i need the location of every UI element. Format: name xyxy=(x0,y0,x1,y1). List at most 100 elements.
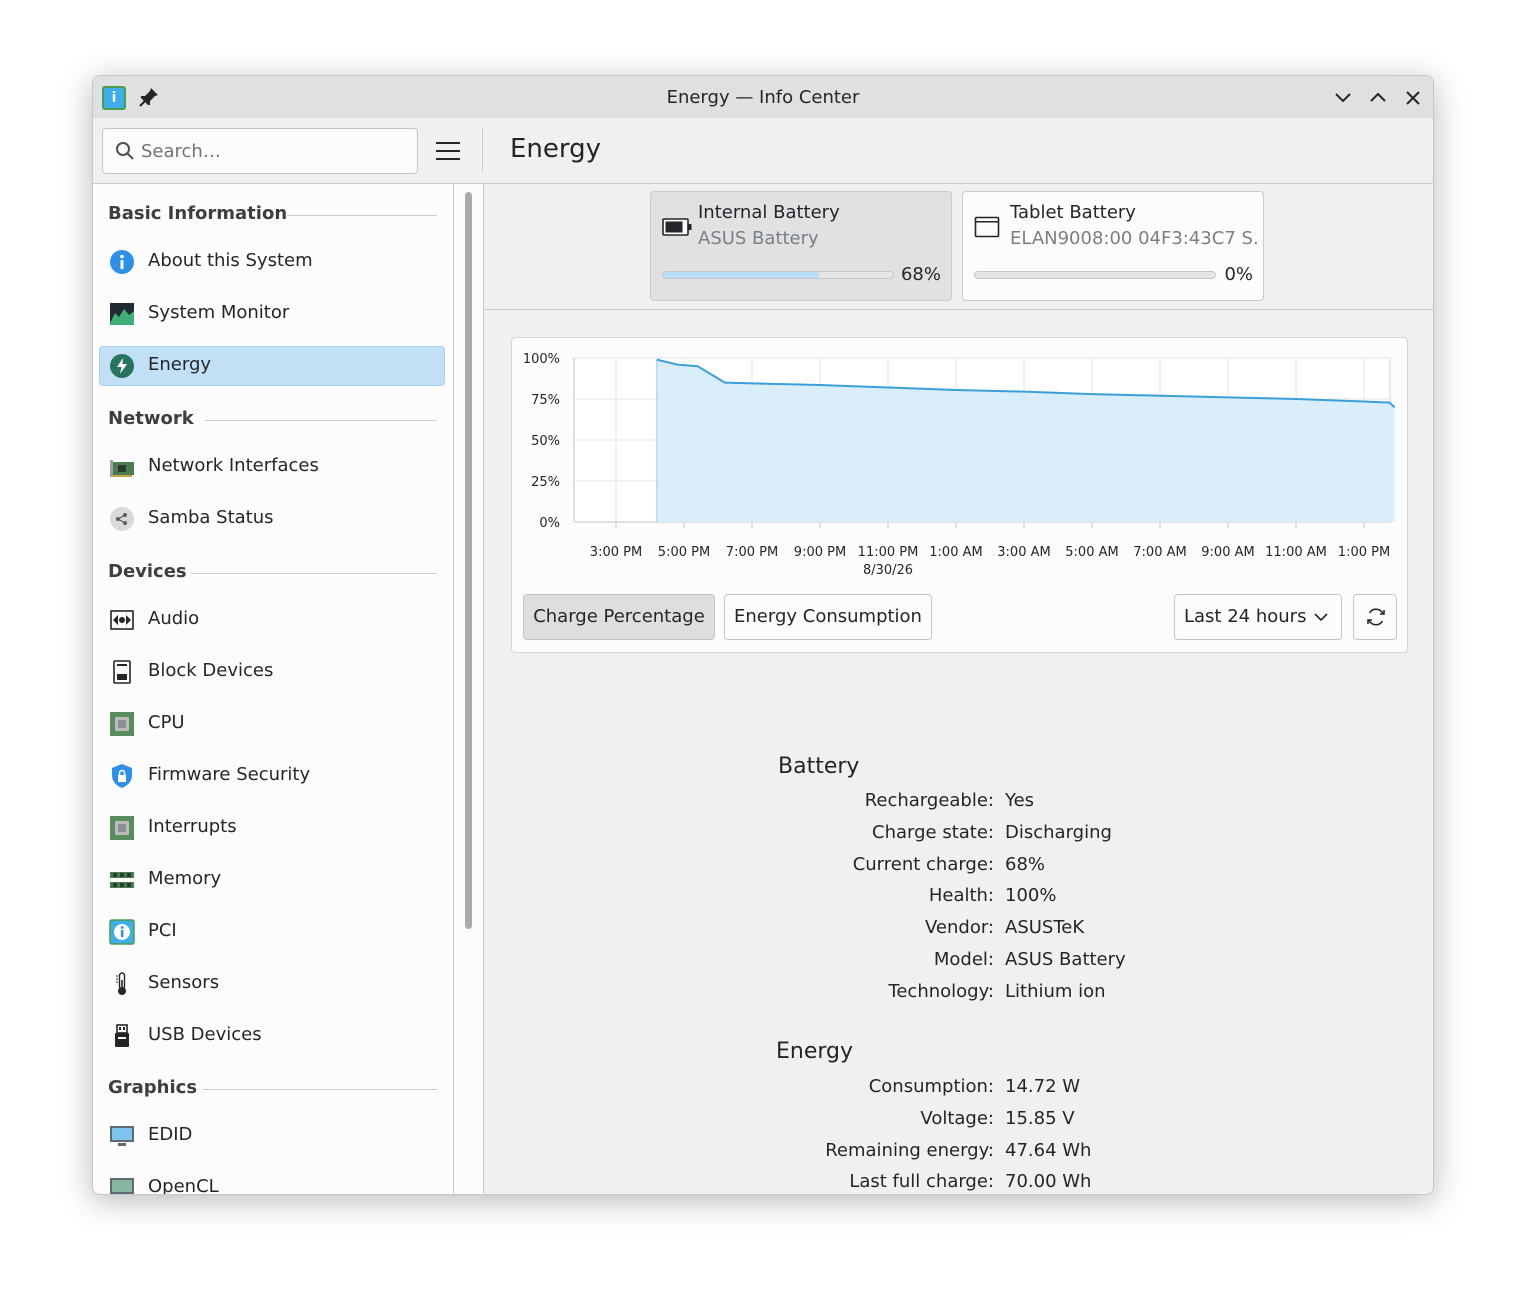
chart-y-tick-label: 0% xyxy=(539,516,560,531)
sidebar-item-opencl[interactable]: OpenCL xyxy=(99,1168,445,1195)
battery-property-label: Rechargeable: xyxy=(864,790,994,811)
energy-property-label: Last full charge: xyxy=(849,1171,994,1193)
chart-y-tick-label: 100% xyxy=(523,352,560,367)
sidebar-item-audio[interactable]: Audio xyxy=(99,600,445,640)
pci-icon xyxy=(109,919,135,945)
refresh-icon xyxy=(1367,608,1385,626)
energy-property-value: 14.72 W xyxy=(1005,1076,1081,1097)
chart-x-tick-label: 3:00 PM xyxy=(590,545,642,560)
sidebar-item-pci[interactable]: PCI xyxy=(99,912,445,952)
battery-percent: 68% xyxy=(900,264,941,285)
sidebar-item-block-devices[interactable]: Block Devices xyxy=(99,652,445,692)
sidebar-item-system-monitor[interactable]: System Monitor xyxy=(99,294,445,334)
sidebar-item-label: Audio xyxy=(148,608,200,629)
energy-page: Internal Battery ASUS Battery 68% Tablet… xyxy=(484,184,1433,1194)
sidebar-item-edid[interactable]: EDID xyxy=(99,1116,445,1156)
energy-property-value: 70.00 Wh xyxy=(1005,1171,1092,1193)
memory-icon xyxy=(110,872,134,888)
chart-x-tick-label: 9:00 PM xyxy=(794,545,846,560)
battery-name: Internal Battery xyxy=(698,202,840,223)
time-range-dropdown[interactable]: Last 24 hours xyxy=(1174,594,1342,640)
chart-y-tick-label: 25% xyxy=(531,475,560,490)
battery-property-value: Discharging xyxy=(1005,821,1112,843)
header-toolbar: Energy xyxy=(93,118,1433,184)
chart-x-tick-label: 7:00 AM xyxy=(1133,545,1186,560)
search-input[interactable] xyxy=(141,137,405,165)
chart-y-tick-label: 50% xyxy=(531,434,560,449)
battery-percent: 0% xyxy=(1224,264,1253,285)
sidebar-scrollbar-thumb[interactable] xyxy=(465,192,472,929)
battery-property-label: Model: xyxy=(933,949,994,970)
title-bar: i Energy — Info Center xyxy=(93,76,1433,118)
minimize-button[interactable] xyxy=(1330,85,1356,111)
battery-card-tablet[interactable]: Tablet Battery ELAN9008:00 04F3:43C7 S..… xyxy=(962,191,1264,301)
battery-property-value: Lithium ion xyxy=(1005,980,1106,1002)
battery-name: Tablet Battery xyxy=(1010,202,1136,223)
battery-level-fill xyxy=(663,272,820,278)
battery-property-value: 100% xyxy=(1005,885,1057,907)
energy-property-value: 15.85 V xyxy=(1005,1107,1075,1129)
chart-x-tick-label: 9:00 AM xyxy=(1201,545,1254,560)
battery-subtitle: ELAN9008:00 04F3:43C7 S... xyxy=(1010,228,1258,249)
sidebar-item-energy[interactable]: Energy xyxy=(99,346,445,386)
info-center-window: i Energy — Info Center Energy Basic Info… xyxy=(92,75,1434,1195)
sidebar: Basic Information About this System Syst… xyxy=(93,184,454,1195)
battery-property-value: ASUS Battery xyxy=(1005,949,1126,970)
battery-card-internal[interactable]: Internal Battery ASUS Battery 68% xyxy=(650,191,952,301)
battery-selector: Internal Battery ASUS Battery 68% Tablet… xyxy=(484,184,1433,310)
sidebar-item-about-this-system[interactable]: About this System xyxy=(99,242,445,282)
energy-consumption-button[interactable]: Energy Consumption xyxy=(724,594,932,640)
chart-x-tick-label: 5:00 AM xyxy=(1065,545,1118,560)
sidebar-item-label: Sensors xyxy=(148,972,220,993)
system-monitor-icon xyxy=(110,303,134,325)
tablet-icon xyxy=(974,216,1000,238)
hamburger-menu-button[interactable] xyxy=(433,139,463,163)
energy-property-label: Voltage: xyxy=(920,1107,994,1129)
sidebar-item-label: EDID xyxy=(148,1124,193,1145)
energy-info-title: Energy xyxy=(776,1039,854,1064)
sidebar-item-firmware-security[interactable]: Firmware Security xyxy=(99,756,445,796)
time-range-value: Last 24 hours xyxy=(1184,606,1307,627)
search-box[interactable] xyxy=(102,128,418,174)
energy-icon xyxy=(110,354,134,378)
sidebar-item-label: Firmware Security xyxy=(148,764,311,785)
close-button[interactable] xyxy=(1400,85,1426,111)
section-heading-network: Network xyxy=(108,408,194,429)
sidebar-item-label: CPU xyxy=(148,712,185,733)
sidebar-item-usb-devices[interactable]: USB Devices xyxy=(99,1016,445,1056)
battery-property-value: ASUSTeK xyxy=(1005,917,1085,939)
charge-percentage-button[interactable]: Charge Percentage xyxy=(523,594,715,640)
sidebar-item-network-interfaces[interactable]: Network Interfaces xyxy=(99,447,445,487)
sidebar-item-label: Network Interfaces xyxy=(148,455,319,476)
chart-x-tick-label: 7:00 PM xyxy=(726,545,778,560)
chevron-down-icon xyxy=(1314,613,1328,622)
section-divider xyxy=(191,573,437,574)
battery-property-value: 68% xyxy=(1005,853,1046,875)
window-title: Energy — Info Center xyxy=(666,87,860,108)
section-heading-graphics: Graphics xyxy=(108,1077,198,1098)
sidebar-item-label: Interrupts xyxy=(148,816,237,837)
sidebar-item-interrupts[interactable]: Interrupts xyxy=(99,808,445,848)
chart-x-tick-label: 1:00 AM xyxy=(929,545,982,560)
block-device-icon xyxy=(113,660,131,684)
battery-subtitle: ASUS Battery xyxy=(698,228,819,249)
chart-date-label: 8/30/26 xyxy=(863,563,913,578)
info-icon xyxy=(110,250,134,274)
energy-property-label: Remaining energy: xyxy=(825,1139,994,1161)
chart-x-tick-label: 11:00 PM xyxy=(858,545,919,560)
maximize-button[interactable] xyxy=(1365,85,1391,111)
refresh-button[interactable] xyxy=(1353,594,1397,640)
sidebar-item-cpu[interactable]: CPU xyxy=(99,704,445,744)
sidebar-item-sensors[interactable]: Sensors xyxy=(99,964,445,1004)
samba-icon xyxy=(110,507,134,531)
chart-x-tick-label: 11:00 AM xyxy=(1265,545,1327,560)
battery-level-bar xyxy=(974,271,1216,279)
sidebar-item-label: OpenCL xyxy=(148,1176,219,1195)
section-heading-devices: Devices xyxy=(108,561,187,582)
sidebar-item-memory[interactable]: Memory xyxy=(99,860,445,900)
shield-lock-icon xyxy=(112,764,132,788)
sidebar-item-samba-status[interactable]: Samba Status xyxy=(99,499,445,539)
sidebar-scrollbar[interactable] xyxy=(454,184,484,1194)
sidebar-item-label: Samba Status xyxy=(148,507,274,528)
network-card-icon xyxy=(110,460,134,477)
